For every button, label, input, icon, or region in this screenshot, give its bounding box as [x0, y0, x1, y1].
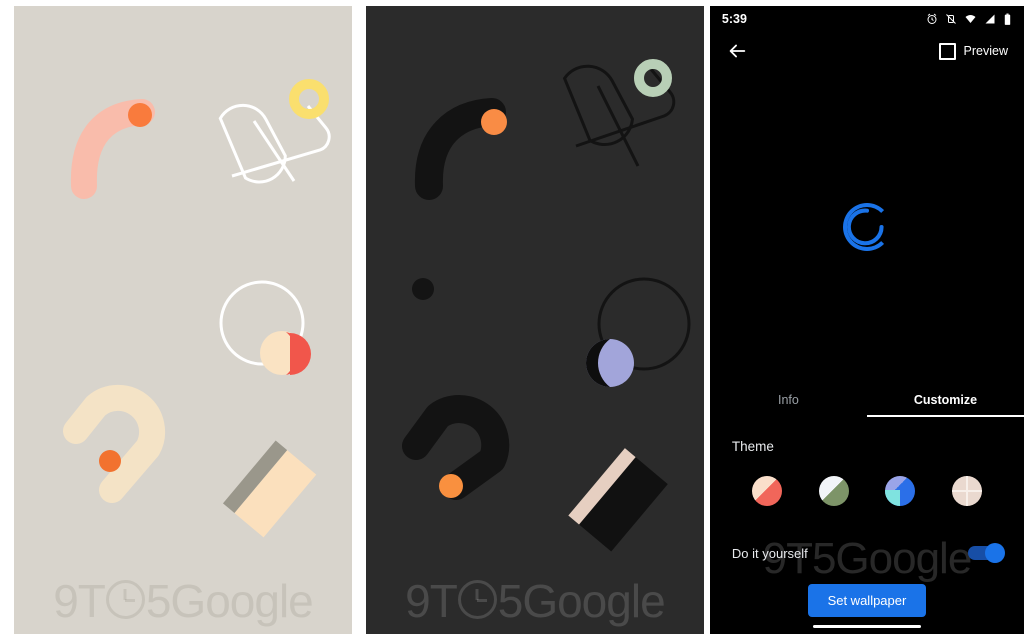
watermark-dark: 9T 5Google	[366, 574, 704, 628]
wallpaper-preview-area[interactable]	[710, 70, 1024, 383]
theme-swatch-blue[interactable]	[885, 476, 916, 506]
dark-wallpaper-artwork	[401, 59, 691, 552]
alarm-icon	[927, 13, 937, 24]
do-it-yourself-row[interactable]: Do it yourself	[710, 540, 1024, 566]
battery-icon	[1004, 13, 1011, 25]
theme-swatch-list	[710, 454, 1024, 506]
dot-orange-bottom-shape	[99, 450, 121, 472]
cta-container: Set wallpaper	[710, 584, 1024, 617]
watermark-text-a: 9T	[53, 575, 106, 627]
do-it-yourself-label: Do it yourself	[731, 545, 808, 561]
do-it-yourself-toggle[interactable]	[968, 543, 1006, 563]
light-wallpaper-preview[interactable]: 9T 5Google	[14, 6, 352, 634]
tab-bar: Info Customize	[710, 383, 1024, 417]
toggle-knob	[985, 543, 1006, 563]
theme-swatch-blue-accent	[885, 490, 900, 506]
status-time: 5:39	[721, 12, 747, 26]
dark-wallpaper-preview[interactable]: 9T 5Google	[365, 6, 704, 634]
dot-orange-bottom-shape	[438, 474, 463, 498]
ring-yellow-shape	[289, 79, 329, 119]
status-bar: 5:39	[710, 6, 1024, 32]
watermark-light: 9T 5Google	[14, 574, 352, 628]
tab-active-indicator	[866, 415, 1024, 417]
back-arrow-icon[interactable]	[726, 40, 748, 62]
panel-gap-1	[352, 0, 366, 638]
clock-icon	[105, 580, 145, 620]
bar-group	[568, 448, 668, 552]
wifi-icon	[965, 15, 976, 23]
status-icons	[926, 13, 1012, 26]
hook-black-shape	[401, 395, 510, 500]
dot-orange-top-shape	[480, 109, 507, 135]
app-bar: Preview	[710, 32, 1024, 70]
swatch-grid-h	[951, 490, 982, 492]
preview-checkbox[interactable]	[938, 42, 956, 60]
watermark-text-b: 5Google	[497, 575, 666, 627]
watermark-text-b: 5Google	[145, 575, 314, 627]
dot-small-black-shape	[411, 278, 434, 300]
watermark-text-a: 9T	[405, 575, 458, 627]
vibrate-off-icon	[946, 14, 956, 24]
theme-swatch-salmon[interactable]	[752, 476, 783, 506]
light-wallpaper-artwork	[63, 79, 331, 538]
loop-outline-white-shape	[218, 103, 287, 184]
signal-icon	[985, 14, 995, 24]
phone-screen: 5:39 Preview Info Customize Theme 9T5Goo…	[709, 6, 1024, 634]
set-wallpaper-button[interactable]: Set wallpaper	[807, 584, 927, 617]
system-nav-bar	[710, 625, 1024, 628]
theme-section-title: Theme	[731, 439, 774, 454]
preview-label: Preview	[963, 44, 1009, 58]
clock-icon	[457, 580, 497, 620]
loop-cross-white-shape	[252, 120, 296, 182]
tab-customize[interactable]: Customize	[867, 383, 1024, 417]
hook-cream-shape	[63, 384, 166, 503]
loading-spinner-icon	[842, 202, 891, 251]
preview-checkbox-row[interactable]: Preview	[938, 42, 1009, 60]
home-pill[interactable]	[812, 625, 921, 628]
dot-orange-top-shape	[128, 103, 152, 127]
bar-group	[222, 440, 317, 538]
tab-info[interactable]: Info	[710, 383, 867, 417]
theme-swatch-neutral[interactable]	[951, 476, 982, 506]
ring-sage-shape	[633, 59, 672, 97]
theme-swatch-sage[interactable]	[818, 476, 849, 506]
screenshot-root: 9T 5Google 9T 5Google 5:39 Preview Info …	[0, 0, 1024, 638]
